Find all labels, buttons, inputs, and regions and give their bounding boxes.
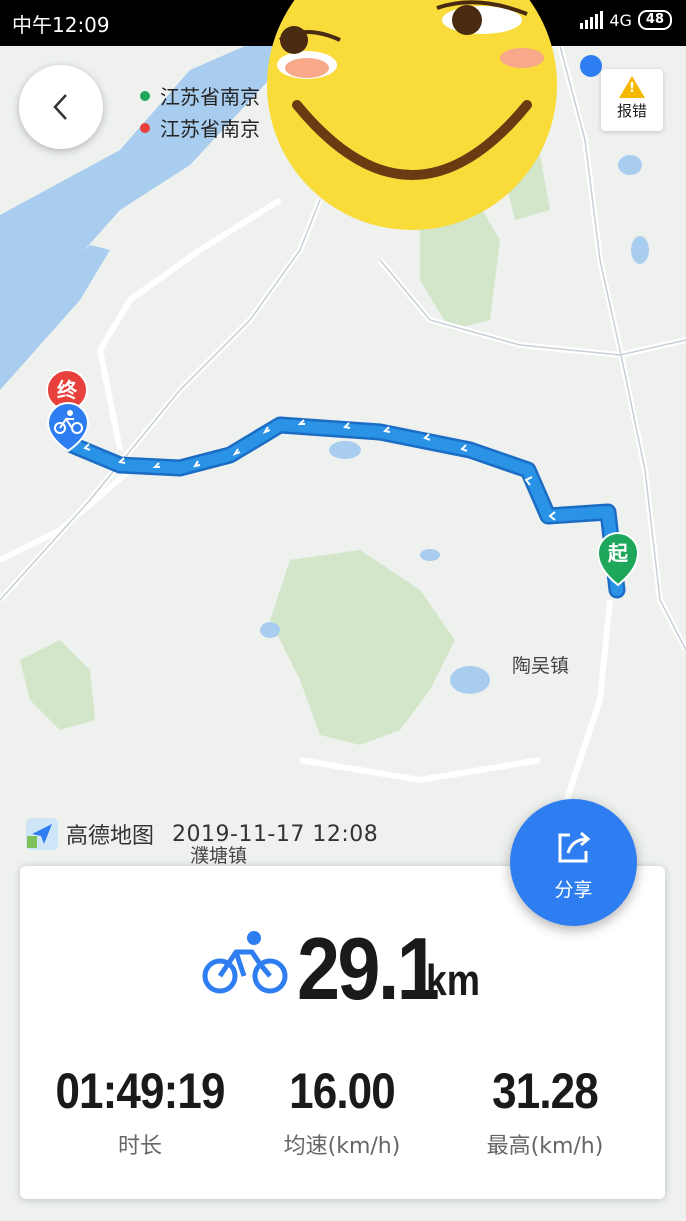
lake: [260, 622, 280, 638]
end-location: 江苏省南京: [140, 113, 260, 142]
lake: [329, 441, 361, 459]
battery-icon: 48: [637, 10, 672, 30]
start-location-text: 江苏省南京: [160, 85, 260, 109]
duration-label: 时长: [117, 1134, 162, 1159]
start-marker-label: 起: [607, 541, 629, 565]
lake: [618, 155, 642, 175]
town-label: 陶吴镇: [512, 655, 569, 677]
max-speed-value: 31.28: [492, 1063, 599, 1119]
status-time: 中午12:09: [12, 13, 110, 37]
poi-icon: [580, 55, 602, 77]
duration-value: 01:49:19: [55, 1063, 225, 1119]
end-dot-icon: [140, 122, 150, 133]
lake: [420, 549, 440, 561]
smiley-sticker: [267, 0, 557, 230]
duration-stat: 01:49:19 时长: [30, 1062, 250, 1160]
amap-logo-icon: [26, 818, 58, 850]
report-label: 报错: [616, 102, 647, 120]
share-icon: [558, 831, 590, 863]
start-location: 江苏省南京: [140, 81, 260, 110]
route-datetime: 2019-11-17 12:08: [172, 821, 379, 847]
brand-line: 高德地图 2019-11-17 12:08: [24, 816, 378, 852]
avg-speed-value: 16.00: [289, 1063, 396, 1119]
max-speed-label: 最高(km/h): [486, 1134, 604, 1159]
lake: [450, 666, 490, 694]
end-marker[interactable]: 终: [46, 369, 90, 453]
warning-icon: !: [619, 76, 645, 98]
distance-row: 29.1 km: [20, 918, 665, 1018]
share-label: 分享: [554, 879, 593, 901]
end-location-text: 江苏省南京: [160, 117, 260, 141]
back-button[interactable]: [19, 65, 103, 149]
share-button[interactable]: 分享: [510, 799, 637, 926]
bicycle-icon: [202, 931, 288, 994]
max-speed-stat: 31.28 最高(km/h): [435, 1062, 655, 1160]
avg-speed-stat: 16.00 均速(km/h): [232, 1062, 452, 1160]
status-icons: 4G 48: [580, 10, 672, 30]
network-type: 4G: [609, 10, 632, 30]
end-marker-label: 终: [57, 378, 78, 402]
distance-unit: km: [426, 956, 481, 1005]
start-dot-icon: [140, 90, 150, 101]
signal-icon: [580, 11, 604, 29]
lake: [631, 236, 649, 264]
report-error-button[interactable]: ! 报错: [601, 69, 663, 131]
distance-value: 29.1: [297, 919, 440, 1018]
avg-speed-label: 均速(km/h): [283, 1134, 401, 1159]
brand-name: 高德地图: [66, 824, 155, 849]
back-chevron-icon: [53, 94, 67, 120]
